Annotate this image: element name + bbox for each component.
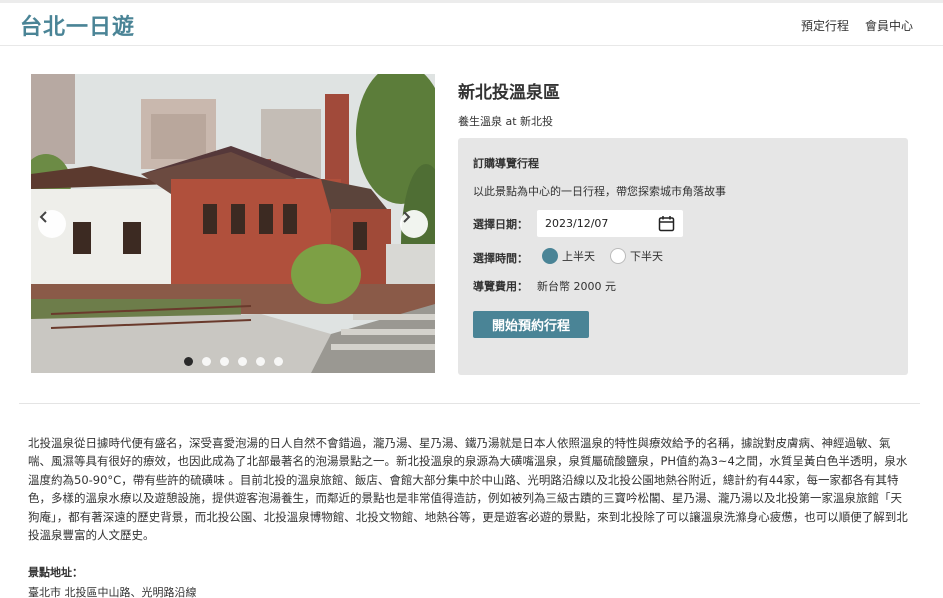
booking-description: 以此景點為中心的一日行程，帶您探索城市角落故事 xyxy=(473,185,726,198)
radio-unchecked-icon xyxy=(610,248,626,264)
chevron-right-icon xyxy=(403,211,411,223)
time-option-label: 下半天 xyxy=(630,250,663,263)
carousel-dot[interactable] xyxy=(237,357,247,366)
carousel-dot[interactable] xyxy=(183,357,193,366)
nav-links: 預定行程 會員中心 xyxy=(801,17,913,34)
chevron-left-icon xyxy=(39,211,47,223)
nav-booking-link[interactable]: 預定行程 xyxy=(801,17,849,34)
carousel-dot[interactable] xyxy=(201,357,211,366)
time-option-afternoon[interactable]: 下半天 xyxy=(610,248,663,264)
booking-title: 訂購導覽行程 xyxy=(473,157,539,170)
calendar-icon[interactable] xyxy=(658,215,675,232)
date-value: 2023/12/07 xyxy=(545,217,609,230)
attraction-description: 北投溫泉從日據時代便有盛名，深受喜愛泡湯的日人自然不會錯過，瀧乃湯、星乃湯、鐵乃… xyxy=(28,436,908,543)
booking-panel: 訂購導覽行程 以此景點為中心的一日行程，帶您探索城市角落故事 選擇日期： 202… xyxy=(458,138,908,375)
carousel-indicators xyxy=(31,357,435,366)
radio-checked-icon xyxy=(542,248,558,264)
section-divider xyxy=(19,403,920,404)
date-label: 選擇日期： xyxy=(473,218,528,231)
carousel-dot[interactable] xyxy=(273,357,283,366)
carousel-next-button[interactable] xyxy=(400,210,428,238)
attraction-category: 養生溫泉 at 新北投 xyxy=(458,115,554,128)
time-option-label: 上半天 xyxy=(562,250,595,263)
site-logo[interactable]: 台北一日遊 xyxy=(20,9,135,41)
top-nav-bar: 台北一日遊 預定行程 會員中心 xyxy=(0,0,943,46)
image-carousel xyxy=(31,74,435,373)
carousel-dot[interactable] xyxy=(219,357,229,366)
address-label: 景點地址： xyxy=(28,566,83,579)
fee-label: 導覽費用： xyxy=(473,280,528,293)
date-input[interactable]: 2023/12/07 xyxy=(537,210,683,237)
attraction-name: 新北投溫泉區 xyxy=(458,83,560,103)
start-booking-button[interactable]: 開始預約行程 xyxy=(473,311,589,338)
nav-member-link[interactable]: 會員中心 xyxy=(865,17,913,34)
fee-value: 新台幣 2000 元 xyxy=(537,280,616,293)
attraction-photo xyxy=(31,74,435,373)
carousel-prev-button[interactable] xyxy=(38,210,66,238)
carousel-dot[interactable] xyxy=(255,357,265,366)
time-option-morning[interactable]: 上半天 xyxy=(542,248,595,264)
time-label: 選擇時間： xyxy=(473,252,528,265)
address-value: 臺北市 北投區中山路、光明路沿線 xyxy=(28,586,197,598)
